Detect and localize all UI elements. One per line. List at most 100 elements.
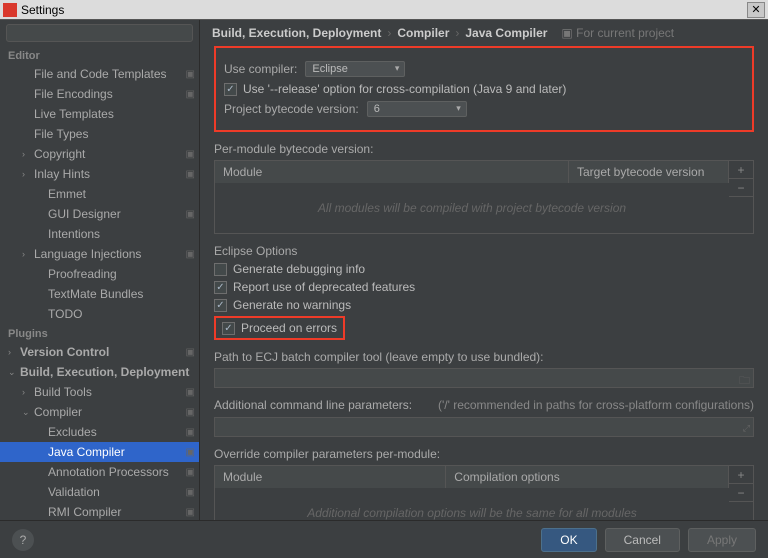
override-remove-button[interactable]: − bbox=[729, 484, 753, 502]
cancel-button[interactable]: Cancel bbox=[605, 528, 680, 552]
proceed-on-errors-checkbox[interactable] bbox=[222, 322, 235, 335]
sidebar-item-file-encodings[interactable]: File Encodings▣ bbox=[0, 84, 199, 104]
addl-params-input[interactable] bbox=[214, 417, 754, 437]
ok-button[interactable]: OK bbox=[541, 528, 596, 552]
sidebar-item-todo[interactable]: TODO bbox=[0, 304, 199, 324]
project-icon: ▣ bbox=[186, 467, 195, 478]
per-module-bytecode-label: Per-module bytecode version: bbox=[214, 142, 754, 156]
sidebar-item-file-code-templates[interactable]: File and Code Templates▣ bbox=[0, 64, 199, 84]
project-icon: ▣ bbox=[186, 89, 195, 100]
proceed-on-errors-label: Proceed on errors bbox=[241, 321, 337, 335]
override-table: Module Compilation options Additional co… bbox=[214, 465, 754, 520]
eclipse-options-heading: Eclipse Options bbox=[214, 244, 754, 258]
sidebar-item-language-injections[interactable]: ›Language Injections▣ bbox=[0, 244, 199, 264]
chevron-right-icon: › bbox=[8, 347, 20, 357]
add-row-button[interactable]: + bbox=[729, 161, 753, 179]
project-icon: ▣ bbox=[186, 69, 195, 80]
sidebar-item-java-compiler[interactable]: Java Compiler▣ bbox=[0, 442, 199, 462]
sidebar-item-rmi-compiler[interactable]: RMI Compiler▣ bbox=[0, 502, 199, 520]
breadcrumb-2: Java Compiler bbox=[465, 26, 547, 40]
highlight-box-proceed: Proceed on errors bbox=[214, 316, 345, 340]
browse-icon[interactable]: 🗀 bbox=[739, 372, 750, 391]
release-option-label: Use '--release' option for cross-compila… bbox=[243, 82, 566, 96]
override-params-label: Override compiler parameters per-module: bbox=[214, 447, 754, 461]
project-icon: ▣ bbox=[186, 427, 195, 438]
project-icon: ▣ bbox=[186, 487, 195, 498]
sidebar-item-annotation-processors[interactable]: Annotation Processors▣ bbox=[0, 462, 199, 482]
sidebar-item-validation[interactable]: Validation▣ bbox=[0, 482, 199, 502]
help-button[interactable]: ? bbox=[12, 529, 34, 551]
project-bytecode-version-label: Project bytecode version: bbox=[224, 102, 359, 116]
sidebar-heading-plugins: Plugins bbox=[0, 324, 199, 342]
sidebar-item-proofreading[interactable]: Proofreading bbox=[0, 264, 199, 284]
gen-debug-checkbox[interactable] bbox=[214, 263, 227, 276]
ecj-path-input[interactable] bbox=[214, 368, 754, 388]
chevron-right-icon: › bbox=[455, 26, 459, 40]
breadcrumb-1[interactable]: Compiler bbox=[397, 26, 449, 40]
gen-nowarn-label: Generate no warnings bbox=[233, 298, 351, 312]
sidebar-heading-editor: Editor bbox=[0, 46, 199, 64]
th-compilation-options: Compilation options bbox=[446, 466, 729, 488]
sidebar-item-emmet[interactable]: Emmet bbox=[0, 184, 199, 204]
breadcrumb: Build, Execution, Deployment › Compiler … bbox=[200, 20, 768, 46]
ecj-path-label: Path to ECJ batch compiler tool (leave e… bbox=[214, 350, 754, 364]
th-module: Module bbox=[215, 161, 569, 183]
highlight-box-top: Use compiler: Eclipse Use '--release' op… bbox=[214, 46, 754, 132]
breadcrumb-0[interactable]: Build, Execution, Deployment bbox=[212, 26, 381, 40]
sidebar-item-compiler[interactable]: ⌄Compiler▣ bbox=[0, 402, 199, 422]
project-icon: ▣ bbox=[186, 149, 195, 160]
project-icon: ▣ bbox=[186, 407, 195, 418]
close-icon[interactable]: ✕ bbox=[747, 2, 765, 18]
addl-params-label: Additional command line parameters: bbox=[214, 398, 412, 412]
project-icon: ▣ bbox=[186, 507, 195, 518]
apply-button[interactable]: Apply bbox=[688, 528, 756, 552]
override-add-button[interactable]: + bbox=[729, 466, 753, 484]
chevron-right-icon: › bbox=[22, 149, 34, 159]
sidebar-item-build-execution-deployment[interactable]: ⌄Build, Execution, Deployment bbox=[0, 362, 199, 382]
report-deprecated-label: Report use of deprecated features bbox=[233, 280, 415, 294]
sidebar-item-excludes[interactable]: Excludes▣ bbox=[0, 422, 199, 442]
remove-row-button[interactable]: − bbox=[729, 179, 753, 197]
report-deprecated-checkbox[interactable] bbox=[214, 281, 227, 294]
project-icon: ▣ bbox=[186, 347, 195, 358]
chevron-right-icon: › bbox=[22, 387, 34, 397]
project-icon: ▣ bbox=[186, 387, 195, 398]
footer: ? OK Cancel Apply bbox=[0, 520, 768, 558]
sidebar-item-copyright[interactable]: ›Copyright▣ bbox=[0, 144, 199, 164]
addl-params-hint: ('/' recommended in paths for cross-plat… bbox=[438, 398, 754, 412]
expand-icon[interactable]: ⤢ bbox=[743, 423, 750, 434]
titlebar: Settings ✕ bbox=[0, 0, 768, 20]
project-icon: ▣ bbox=[186, 169, 195, 180]
sidebar-item-gui-designer[interactable]: GUI Designer▣ bbox=[0, 204, 199, 224]
search-input[interactable] bbox=[6, 24, 193, 42]
chevron-right-icon: › bbox=[387, 26, 391, 40]
app-icon bbox=[3, 3, 17, 17]
sidebar-item-intentions[interactable]: Intentions bbox=[0, 224, 199, 244]
per-module-table: Module Target bytecode version All modul… bbox=[214, 160, 754, 234]
th-module2: Module bbox=[215, 466, 446, 488]
window-title: Settings bbox=[21, 3, 747, 17]
chevron-right-icon: › bbox=[22, 169, 34, 179]
chevron-right-icon: › bbox=[22, 249, 34, 259]
per-module-table-empty: All modules will be compiled with projec… bbox=[215, 183, 729, 233]
override-table-empty: Additional compilation options will be t… bbox=[215, 488, 729, 520]
project-bytecode-version-select[interactable]: 6 bbox=[367, 101, 467, 117]
chevron-down-icon: ⌄ bbox=[22, 407, 34, 418]
sidebar-item-build-tools[interactable]: ›Build Tools▣ bbox=[0, 382, 199, 402]
project-icon: ▣ bbox=[561, 26, 572, 40]
project-icon: ▣ bbox=[186, 249, 195, 260]
sidebar-item-file-types[interactable]: File Types bbox=[0, 124, 199, 144]
release-option-checkbox[interactable] bbox=[224, 83, 237, 96]
use-compiler-label: Use compiler: bbox=[224, 62, 297, 76]
project-icon: ▣ bbox=[186, 447, 195, 458]
sidebar: Q Editor File and Code Templates▣ File E… bbox=[0, 20, 200, 520]
sidebar-item-inlay-hints[interactable]: ›Inlay Hints▣ bbox=[0, 164, 199, 184]
sidebar-item-live-templates[interactable]: Live Templates bbox=[0, 104, 199, 124]
gen-nowarn-checkbox[interactable] bbox=[214, 299, 227, 312]
project-icon: ▣ bbox=[186, 209, 195, 220]
sidebar-item-version-control[interactable]: ›Version Control▣ bbox=[0, 342, 199, 362]
sidebar-item-textmate-bundles[interactable]: TextMate Bundles bbox=[0, 284, 199, 304]
use-compiler-select[interactable]: Eclipse bbox=[305, 61, 405, 77]
chevron-down-icon: ⌄ bbox=[8, 367, 20, 378]
th-target-bytecode-version: Target bytecode version bbox=[569, 161, 729, 183]
